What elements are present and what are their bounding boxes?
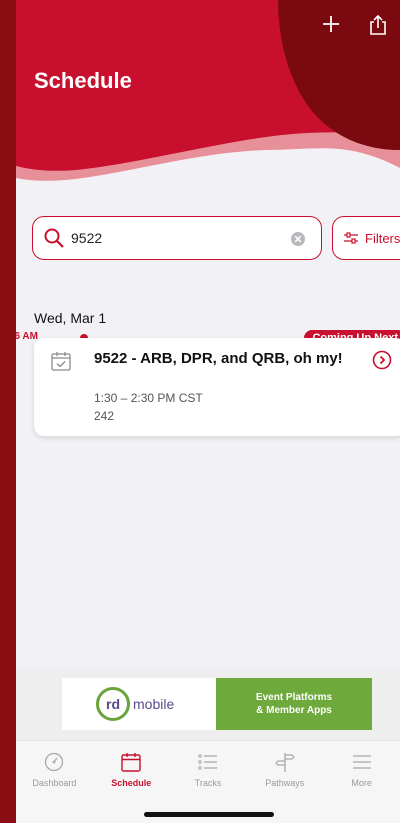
session-card[interactable]: 9522 - ARB, DPR, and QRB, oh my! 1:30 – … <box>34 338 400 436</box>
tab-label: More <box>351 778 372 788</box>
tab-label: Dashboard <box>32 778 77 788</box>
banner-tagline-line1: Event Platforms <box>255 692 333 703</box>
filters-button[interactable]: Filters <box>332 216 400 260</box>
home-indicator <box>144 812 274 817</box>
session-time: 1:30 – 2:30 PM CST <box>94 391 203 405</box>
header: Schedule <box>16 0 400 200</box>
tab-pathways[interactable]: Pathways <box>246 741 323 823</box>
sliders-icon <box>344 232 358 244</box>
filters-label: Filters <box>365 230 400 246</box>
rd-logo-text: mobile <box>133 696 175 712</box>
sponsor-banner[interactable]: rd mobile Event Platforms & Member Apps <box>62 678 372 730</box>
app-screen: Schedule 9522 Filters Wed, Mar 1 6 AM 95… <box>16 0 400 823</box>
menu-icon <box>352 755 371 769</box>
calendar-icon <box>121 753 141 772</box>
banner-tagline: Event Platforms & Member Apps <box>216 678 372 730</box>
list-icon <box>198 754 217 770</box>
calendar-check-icon <box>51 352 71 371</box>
signpost-icon <box>274 753 295 772</box>
session-room: 242 <box>94 409 115 423</box>
tab-bar: Dashboard Schedule Tracks Pathways More <box>16 740 400 823</box>
tab-label: Tracks <box>194 778 222 788</box>
tab-dashboard[interactable]: Dashboard <box>16 741 93 823</box>
search-row: Filters <box>32 216 400 260</box>
date-heading: Wed, Mar 1 <box>34 310 107 326</box>
current-time: 9:06 AM <box>16 331 38 342</box>
chevron-right-circle-icon[interactable] <box>372 350 392 370</box>
share-button[interactable] <box>368 14 400 46</box>
share-icon <box>370 14 386 35</box>
rd-logo-mark: rd <box>96 687 130 721</box>
search-icon <box>44 228 64 248</box>
tab-schedule[interactable]: Schedule <box>93 741 170 823</box>
search-field[interactable] <box>32 216 322 260</box>
plus-icon <box>323 16 339 32</box>
session-title: 9522 - ARB, DPR, and QRB, oh my! <box>94 350 343 367</box>
search-input[interactable] <box>71 230 281 246</box>
page-title: Schedule <box>34 68 132 93</box>
dashboard-icon <box>45 752 64 772</box>
banner-tagline-line2: & Member Apps <box>256 705 332 716</box>
banner-logo: rd mobile <box>62 678 216 730</box>
tab-label: Pathways <box>265 778 305 788</box>
add-button[interactable] <box>321 14 353 46</box>
ad-banner-area: rd mobile Event Platforms & Member Apps <box>16 668 400 740</box>
tab-more[interactable]: More <box>323 741 400 823</box>
clear-search-icon[interactable] <box>289 230 307 248</box>
tab-tracks[interactable]: Tracks <box>170 741 247 823</box>
tab-label: Schedule <box>111 778 152 788</box>
